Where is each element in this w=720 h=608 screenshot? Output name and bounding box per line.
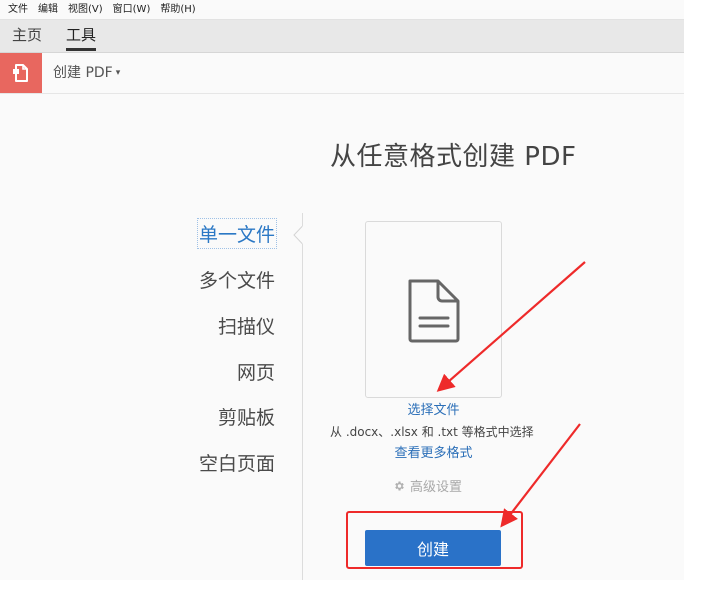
tab-tools[interactable]: 工具 <box>66 20 97 52</box>
menu-help[interactable]: 帮助(H) <box>160 0 195 19</box>
nav-item-scanner[interactable]: 扫描仪 <box>218 312 275 339</box>
acrobat-window: 文件 编辑 视图(V) 窗口(W) 帮助(H) 主页 工具 创建 PDF ▾ 从任… <box>0 0 684 580</box>
tab-bar: 主页 工具 <box>0 20 684 53</box>
active-nav-pointer <box>293 226 311 244</box>
menu-file[interactable]: 文件 <box>8 0 28 19</box>
chevron-down-icon: ▾ <box>115 68 121 78</box>
nav-item-single-file[interactable]: 单一文件 <box>196 218 278 249</box>
create-button[interactable]: 创建 <box>365 530 501 566</box>
create-pdf-tool-button[interactable] <box>0 53 42 93</box>
page-title: 从任意格式创建 PDF <box>330 142 577 172</box>
tool-toolbar: 创建 PDF ▾ <box>0 53 684 94</box>
menu-view[interactable]: 视图(V) <box>68 0 103 19</box>
file-drop-area[interactable] <box>365 221 502 398</box>
menu-bar: 文件 编辑 视图(V) 窗口(W) 帮助(H) <box>0 0 684 20</box>
more-formats-link[interactable]: 查看更多格式 <box>365 442 502 461</box>
nav-item-clipboard[interactable]: 剪贴板 <box>218 403 275 430</box>
create-pdf-icon <box>13 64 28 82</box>
advanced-settings-label: 高级设置 <box>410 480 463 495</box>
gear-icon <box>395 481 404 490</box>
tool-name-dropdown[interactable]: 创建 PDF ▾ <box>53 53 120 93</box>
document-icon <box>408 279 460 343</box>
tool-name-label: 创建 PDF <box>53 65 113 81</box>
nav-divider <box>302 213 303 580</box>
advanced-settings-link[interactable]: 高级设置 <box>393 476 462 495</box>
tab-home[interactable]: 主页 <box>12 20 42 52</box>
select-file-link[interactable]: 选择文件 <box>365 399 502 418</box>
menu-window[interactable]: 窗口(W) <box>113 0 151 19</box>
nav-item-multiple-files[interactable]: 多个文件 <box>199 266 275 293</box>
nav-item-blank-page[interactable]: 空白页面 <box>199 449 275 476</box>
menu-edit[interactable]: 编辑 <box>38 0 58 19</box>
nav-item-web-page[interactable]: 网页 <box>237 358 275 385</box>
supported-formats-hint: 从 .docx、.xlsx 和 .txt 等格式中选择 <box>330 425 534 439</box>
